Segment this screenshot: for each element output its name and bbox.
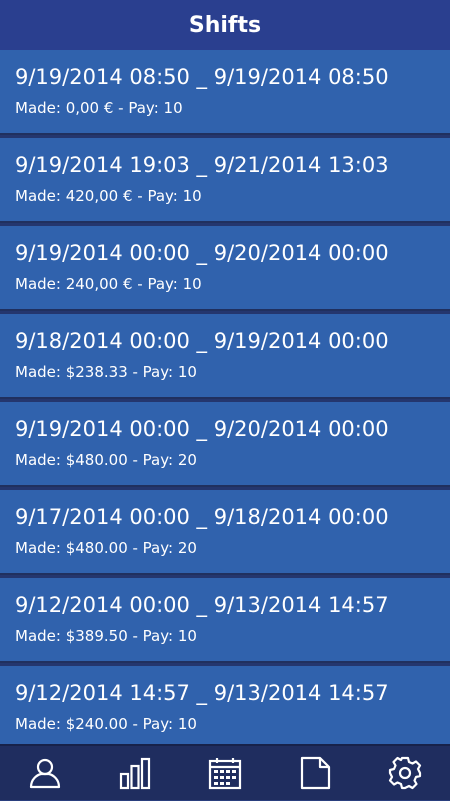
shift-date-range: 9/19/2014 00:00 _ 9/20/2014 00:00 [15, 241, 389, 265]
shift-date-range: 9/12/2014 00:00 _ 9/13/2014 14:57 [15, 593, 389, 617]
tab-profile[interactable] [15, 745, 75, 801]
shift-summary: Made: $389.50 - Pay: 10 [15, 627, 197, 645]
profile-icon [29, 758, 61, 789]
document-icon [300, 756, 331, 790]
shift-summary: Made: $480.00 - Pay: 20 [15, 451, 197, 469]
shift-summary: Made: 240,00 € - Pay: 10 [15, 275, 202, 293]
shift-summary: Made: 420,00 € - Pay: 10 [15, 187, 202, 205]
shift-date-range: 9/19/2014 19:03 _ 9/21/2014 13:03 [15, 153, 389, 177]
page-title: Shifts [188, 12, 262, 38]
shift-row[interactable]: 9/12/2014 14:57 _ 9/13/2014 14:57 Made: … [0, 666, 450, 744]
bottom-tab-bar [0, 744, 450, 800]
shift-date-range: 9/18/2014 00:00 _ 9/19/2014 00:00 [15, 329, 389, 353]
shift-row[interactable]: 9/19/2014 00:00 _ 9/20/2014 00:00 Made: … [0, 226, 450, 311]
shift-row[interactable]: 9/17/2014 00:00 _ 9/18/2014 00:00 Made: … [0, 490, 450, 575]
shift-date-range: 9/12/2014 14:57 _ 9/13/2014 14:57 [15, 681, 389, 705]
shift-row[interactable]: 9/19/2014 00:00 _ 9/20/2014 00:00 Made: … [0, 402, 450, 487]
tab-settings[interactable] [375, 745, 435, 801]
shift-summary: Made: $480.00 - Pay: 20 [15, 539, 197, 557]
shift-row[interactable]: 9/18/2014 00:00 _ 9/19/2014 00:00 Made: … [0, 314, 450, 399]
tab-documents[interactable] [285, 745, 345, 801]
shift-summary: Made: $240.00 - Pay: 10 [15, 715, 197, 733]
shift-row[interactable]: 9/19/2014 19:03 _ 9/21/2014 13:03 Made: … [0, 138, 450, 223]
shift-list[interactable]: 9/19/2014 08:50 _ 9/19/2014 08:50 Made: … [0, 50, 450, 744]
shift-row[interactable]: 9/12/2014 00:00 _ 9/13/2014 14:57 Made: … [0, 578, 450, 663]
tab-stats[interactable] [105, 745, 165, 801]
shift-row[interactable]: 9/19/2014 08:50 _ 9/19/2014 08:50 Made: … [0, 50, 450, 135]
shift-summary: Made: $238.33 - Pay: 10 [15, 363, 197, 381]
calendar-icon [208, 758, 242, 790]
shift-date-range: 9/17/2014 00:00 _ 9/18/2014 00:00 [15, 505, 389, 529]
gear-icon [388, 756, 422, 790]
shift-summary: Made: 0,00 € - Pay: 10 [15, 99, 183, 117]
shift-date-range: 9/19/2014 08:50 _ 9/19/2014 08:50 [15, 65, 389, 89]
shift-date-range: 9/19/2014 00:00 _ 9/20/2014 00:00 [15, 417, 389, 441]
bar-chart-icon [119, 757, 151, 790]
app-header: Shifts [0, 0, 450, 50]
tab-calendar[interactable] [195, 745, 255, 801]
